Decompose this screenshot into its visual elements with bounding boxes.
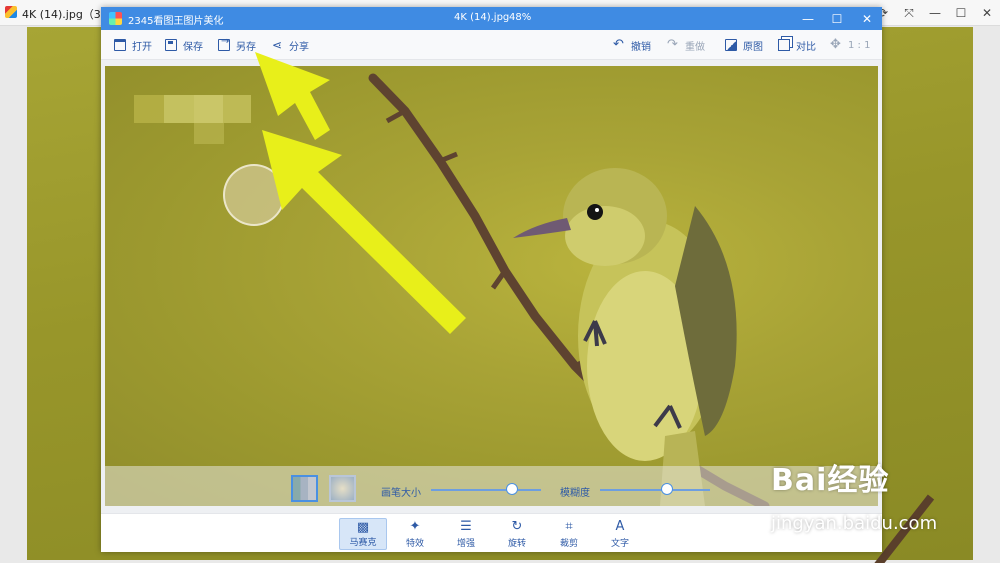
brush-size-slider-knob[interactable] xyxy=(506,483,519,495)
blur-label: 模糊度 xyxy=(560,488,590,499)
maximize-button[interactable]: ☐ xyxy=(948,0,974,26)
close-button[interactable]: ✕ xyxy=(852,7,882,30)
share-icon: ⋖ xyxy=(271,38,283,52)
tool-mosaic[interactable]: ▩ 马赛克 xyxy=(339,518,387,550)
image-workspace: 画笔大小 模糊度 xyxy=(101,60,882,513)
app-logo-icon xyxy=(109,12,122,25)
watermark-logo: Bai经验 xyxy=(771,463,890,498)
mosaic-icon: ▩ xyxy=(356,520,370,535)
editor-toolbar: 打开 保存 另存 ⋖ 分享 ↶ 撤销 ↷ 重做 原图 对比 xyxy=(101,30,882,60)
share-button[interactable]: ⋖ 分享 xyxy=(271,37,309,53)
save-as-icon xyxy=(218,36,230,51)
folder-icon xyxy=(114,39,126,51)
minimize-button[interactable]: — xyxy=(793,7,823,30)
mosaic-style-pixel[interactable] xyxy=(291,475,318,502)
close-button[interactable]: ✕ xyxy=(974,0,1000,26)
original-image-button[interactable]: 原图 xyxy=(725,37,763,53)
tool-rotate[interactable]: ↻ 旋转 xyxy=(493,518,541,550)
undo-icon: ↶ xyxy=(613,37,624,52)
tool-crop[interactable]: ⌗ 裁剪 xyxy=(545,518,593,550)
bird-photo-canvas[interactable] xyxy=(105,66,878,506)
minimize-button[interactable]: — xyxy=(922,0,948,26)
outer-app-icon xyxy=(5,6,17,18)
text-icon: A xyxy=(615,519,625,534)
compare-icon xyxy=(778,39,790,51)
edit-tools-bar: ▩ 马赛克 ✦ 特效 ☰ 增强 ↻ 旋转 ⌗ 裁剪 A 文字 xyxy=(101,513,882,552)
redo-icon: ↷ xyxy=(667,37,678,52)
save-button[interactable]: 保存 xyxy=(165,37,203,53)
editor-titlebar: 2345看图王图片美化 4K (14).jpg 48% — ☐ ✕ xyxy=(101,7,882,30)
image-icon xyxy=(725,39,737,51)
open-button[interactable]: 打开 xyxy=(114,37,152,53)
save-as-button[interactable]: 另存 xyxy=(218,36,256,53)
tool-effects[interactable]: ✦ 特效 xyxy=(391,518,439,550)
fullscreen-icon[interactable]: ⤧ xyxy=(896,0,922,26)
app-name: 2345看图王图片美化 xyxy=(128,16,224,27)
compare-button[interactable]: 对比 xyxy=(778,37,816,53)
sliders-icon: ☰ xyxy=(460,519,472,534)
baidu-jingyan-watermark: Bai经验 jingyan.baidu.com xyxy=(771,455,937,534)
file-name: 4K (14).jpg xyxy=(454,12,510,23)
brush-size-label: 画笔大小 xyxy=(381,488,421,499)
image-editor-window: 2345看图王图片美化 4K (14).jpg 48% — ☐ ✕ 打开 保存 … xyxy=(101,7,882,552)
outer-window-controls: ⟳ ⤧ — ☐ ✕ xyxy=(870,0,1000,26)
watermark-url: jingyan.baidu.com xyxy=(771,513,938,534)
bird-illustration xyxy=(368,73,770,506)
actual-size-button[interactable]: ✥ 1 : 1 xyxy=(830,37,870,53)
brush-size-slider[interactable] xyxy=(431,489,541,491)
fit-icon: ✥ xyxy=(830,37,841,52)
crop-icon: ⌗ xyxy=(565,519,573,534)
redo-button[interactable]: ↷ 重做 xyxy=(667,37,705,53)
blur-slider[interactable] xyxy=(600,489,710,491)
zoom-level: 48% xyxy=(509,12,532,23)
magic-wand-icon: ✦ xyxy=(409,519,421,534)
tool-text[interactable]: A 文字 xyxy=(596,518,644,550)
tool-enhance[interactable]: ☰ 增强 xyxy=(442,518,490,550)
maximize-button[interactable]: ☐ xyxy=(822,7,852,30)
save-icon xyxy=(165,39,177,51)
mosaic-style-blur[interactable] xyxy=(329,475,356,502)
rotate-icon: ↻ xyxy=(511,519,523,534)
mosaic-options-bar: 画笔大小 模糊度 xyxy=(105,466,878,506)
blur-slider-knob[interactable] xyxy=(661,483,674,495)
undo-button[interactable]: ↶ 撤销 xyxy=(613,37,651,53)
